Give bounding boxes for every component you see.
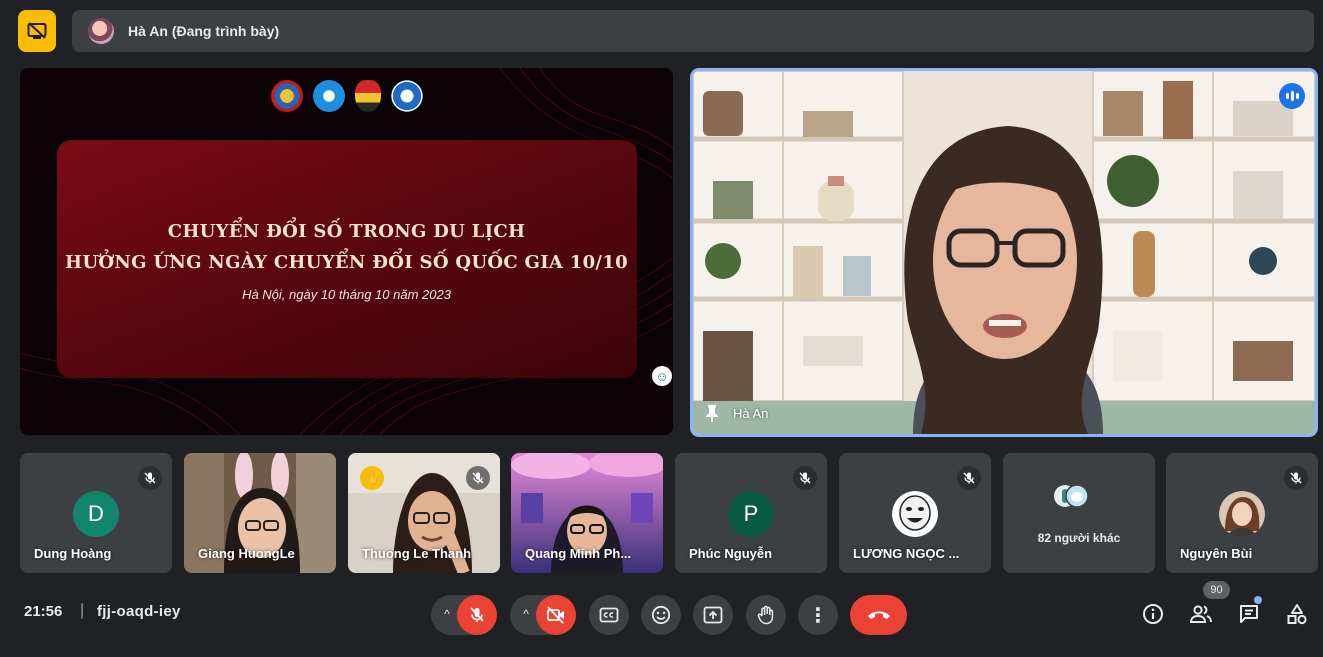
participant-tile[interactable]: LƯƠNG NGỌC ... bbox=[839, 453, 991, 573]
present-now-button[interactable] bbox=[693, 595, 733, 635]
mic-control-group: ^ bbox=[431, 595, 497, 635]
participant-name: Quang Minh Ph... bbox=[525, 546, 632, 561]
present-off-icon bbox=[27, 22, 47, 39]
mic-off-icon bbox=[1284, 466, 1308, 490]
unmute-mic-button[interactable] bbox=[457, 595, 497, 635]
emoji-icon bbox=[651, 605, 671, 625]
meeting-time: 21:56 bbox=[24, 603, 63, 620]
speaker-name: Hà An bbox=[733, 405, 769, 421]
more-vert-icon: ⋮ bbox=[808, 604, 828, 627]
mic-off-icon bbox=[470, 607, 484, 622]
chat-icon bbox=[1240, 605, 1258, 623]
presenter-avatar bbox=[88, 18, 114, 44]
camera-control-group: ^ bbox=[510, 595, 576, 635]
participant-tile[interactable]: D Dung Hoàng bbox=[20, 453, 172, 573]
organization-logos bbox=[20, 80, 673, 112]
raise-hand-button[interactable] bbox=[746, 595, 786, 635]
camera-off-icon bbox=[547, 606, 564, 624]
pin-icon[interactable] bbox=[705, 404, 719, 422]
stop-presenting-button[interactable] bbox=[18, 10, 56, 52]
meeting-code[interactable]: fjj-oaqd-iey bbox=[97, 603, 181, 620]
others-avatars bbox=[1054, 484, 1088, 508]
participant-tile[interactable]: 👋 Thuong Le Thanh bbox=[348, 453, 500, 573]
presenter-pill[interactable]: Hà An (Đang trình bày) bbox=[72, 10, 1314, 52]
emoji-reaction-button[interactable] bbox=[641, 595, 681, 635]
leave-call-button[interactable] bbox=[850, 595, 907, 635]
presenter-name: Hà An (Đang trình bày) bbox=[128, 23, 280, 39]
youth-union-logo bbox=[270, 80, 303, 112]
participant-tile[interactable]: Giang HuongLe bbox=[184, 453, 336, 573]
club-logo bbox=[390, 80, 423, 112]
avatar: D bbox=[73, 491, 119, 537]
speaker-label: Hà An bbox=[705, 404, 768, 422]
avatar bbox=[1219, 491, 1265, 537]
slide-reaction-button[interactable]: ☺ bbox=[652, 366, 672, 386]
others-count: 82 người khác bbox=[1037, 531, 1121, 545]
people-button[interactable] bbox=[1186, 599, 1216, 629]
others-tile[interactable]: 82 người khác bbox=[1003, 453, 1155, 573]
present-screen-icon bbox=[703, 606, 723, 624]
meeting-details-button[interactable] bbox=[1138, 599, 1168, 629]
video-options-chevron-icon[interactable]: ^ bbox=[518, 606, 534, 622]
activities-button[interactable] bbox=[1282, 599, 1312, 629]
participant-name: Nguyên Bùi bbox=[1180, 546, 1253, 561]
hand-icon bbox=[757, 605, 774, 625]
raised-hand-icon: 👋 bbox=[360, 466, 384, 490]
presentation-slide[interactable]: CHUYỂN ĐỔI SỐ TRONG DU LỊCH HƯỞNG ỨNG NG… bbox=[20, 68, 673, 435]
participant-name: Thuong Le Thanh bbox=[362, 546, 472, 561]
captions-button[interactable] bbox=[589, 595, 629, 635]
active-speaker-tile[interactable]: Hà An bbox=[690, 68, 1318, 437]
activities-shapes-icon bbox=[1287, 604, 1307, 625]
info-icon bbox=[1143, 604, 1163, 624]
speaking-indicator bbox=[1279, 83, 1305, 109]
mic-off-icon bbox=[793, 466, 817, 490]
avatar bbox=[892, 491, 938, 537]
speaker-video-frame bbox=[693, 71, 1315, 434]
people-icon bbox=[1189, 605, 1212, 623]
mic-off-icon bbox=[957, 466, 981, 490]
avatar: P bbox=[728, 491, 774, 537]
audio-options-chevron-icon[interactable]: ^ bbox=[439, 606, 455, 622]
participant-name: Giang HuongLe bbox=[198, 546, 295, 561]
call-end-icon bbox=[867, 611, 890, 619]
participant-name: Dung Hoàng bbox=[34, 546, 112, 561]
turn-on-camera-button[interactable] bbox=[536, 595, 576, 635]
participant-tile[interactable]: Nguyên Bùi bbox=[1166, 453, 1318, 573]
time-code-divider: | bbox=[80, 602, 85, 619]
presenter-bar: Hà An (Đang trình bày) bbox=[18, 10, 1314, 52]
chat-unread-dot bbox=[1254, 596, 1262, 604]
university-crest-logo bbox=[354, 80, 381, 112]
more-options-button[interactable]: ⋮ bbox=[798, 595, 838, 635]
participant-count-badge: 90 bbox=[1203, 581, 1230, 599]
student-association-logo bbox=[312, 80, 345, 112]
slide-title-line-1: CHUYỂN ĐỔI SỐ TRONG DU LỊCH bbox=[167, 221, 526, 242]
participant-tile[interactable]: P Phúc Nguyễn bbox=[675, 453, 827, 573]
slide-date: Hà Nội, ngày 10 tháng 10 năm 2023 bbox=[242, 287, 451, 302]
closed-captions-icon bbox=[599, 607, 619, 623]
participant-name: Phúc Nguyễn bbox=[689, 546, 773, 561]
participant-tile[interactable]: Quang Minh Ph... bbox=[511, 453, 663, 573]
meeting-controls-bar: 21:56 | fjj-oaqd-iey ^ ^ ⋮ bbox=[0, 585, 1323, 641]
smiley-icon: ☺ bbox=[655, 368, 669, 384]
slide-title-line-2: HƯỞNG ỨNG NGÀY CHUYỂN ĐỔI SỐ QUỐC GIA 10… bbox=[65, 252, 628, 273]
mic-off-icon bbox=[138, 466, 162, 490]
participant-name: LƯƠNG NGỌC ... bbox=[853, 546, 960, 561]
mic-off-icon bbox=[466, 466, 490, 490]
